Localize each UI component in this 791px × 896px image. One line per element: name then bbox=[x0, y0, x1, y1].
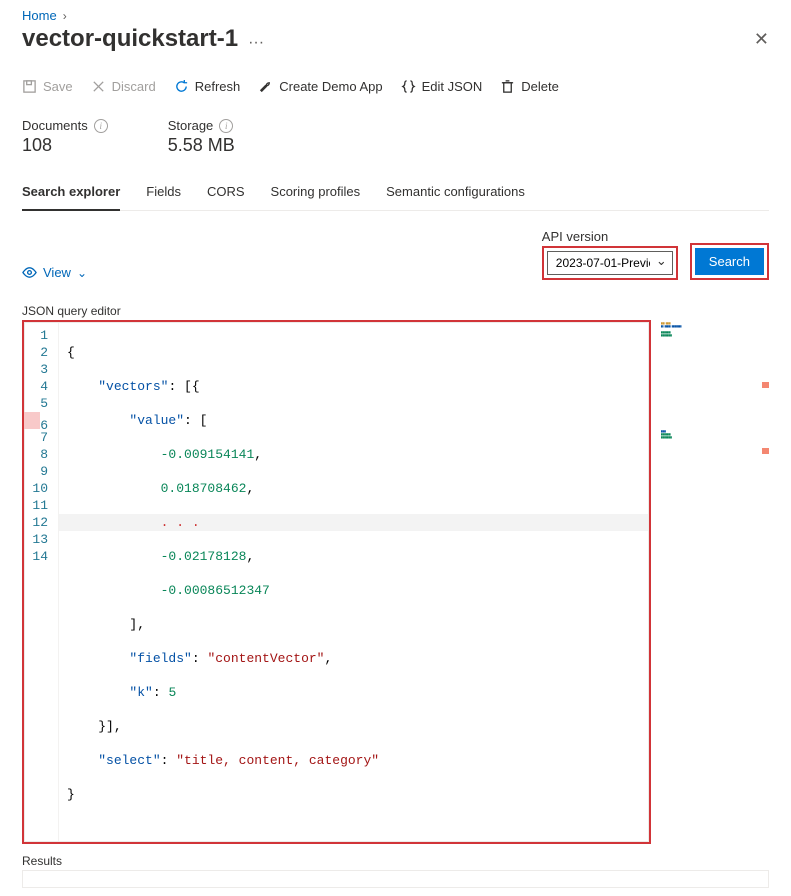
storage-value: 5.58 MB bbox=[168, 135, 235, 156]
save-label: Save bbox=[43, 79, 73, 94]
editor-label: JSON query editor bbox=[22, 304, 769, 318]
search-button[interactable]: Search bbox=[695, 248, 764, 275]
breadcrumb: Home › bbox=[22, 8, 769, 23]
tab-cors[interactable]: CORS bbox=[207, 178, 245, 210]
more-icon[interactable]: ··· bbox=[248, 34, 264, 52]
json-editor[interactable]: 12345 6 7891011121314 { "vectors": [{ "v… bbox=[24, 322, 649, 842]
code-area[interactable]: { "vectors": [{ "value": [ -0.009154141,… bbox=[59, 323, 648, 841]
delete-label: Delete bbox=[521, 79, 559, 94]
tab-scoring[interactable]: Scoring profiles bbox=[271, 178, 361, 210]
refresh-button[interactable]: Refresh bbox=[174, 79, 241, 94]
braces-icon bbox=[401, 79, 416, 94]
tabs: Search explorer Fields CORS Scoring prof… bbox=[22, 178, 769, 211]
view-dropdown[interactable]: View ⌄ bbox=[22, 265, 87, 280]
chevron-right-icon: › bbox=[63, 9, 67, 23]
documents-value: 108 bbox=[22, 135, 108, 156]
results-box bbox=[22, 870, 769, 888]
api-version-select[interactable] bbox=[547, 251, 673, 275]
api-version-label: API version bbox=[542, 229, 678, 244]
view-label: View bbox=[43, 265, 71, 280]
refresh-icon bbox=[174, 79, 189, 94]
page-title: vector-quickstart-1 bbox=[22, 25, 238, 53]
delete-button[interactable]: Delete bbox=[500, 79, 559, 94]
info-icon[interactable]: i bbox=[94, 119, 108, 133]
editor-highlight: 12345 6 7891011121314 { "vectors": [{ "v… bbox=[22, 320, 651, 844]
search-highlight: Search bbox=[690, 243, 769, 280]
info-icon[interactable]: i bbox=[219, 119, 233, 133]
minimap[interactable]: ███ ████ ██ █████ ████████ ████████ ████… bbox=[659, 320, 769, 560]
create-demo-button[interactable]: Create Demo App bbox=[258, 79, 382, 94]
storage-label: Storage bbox=[168, 118, 214, 133]
chevron-down-icon: ⌄ bbox=[77, 266, 87, 280]
discard-icon bbox=[91, 79, 106, 94]
tab-fields[interactable]: Fields bbox=[146, 178, 181, 210]
line-gutter: 12345 6 7891011121314 bbox=[25, 323, 59, 841]
stat-storage: Storage i 5.58 MB bbox=[168, 118, 235, 156]
breadcrumb-home[interactable]: Home bbox=[22, 8, 57, 23]
save-icon bbox=[22, 79, 37, 94]
close-icon[interactable]: ✕ bbox=[754, 29, 769, 50]
trash-icon bbox=[500, 79, 515, 94]
edit-json-label: Edit JSON bbox=[422, 79, 483, 94]
save-button[interactable]: Save bbox=[22, 79, 73, 94]
results-label: Results bbox=[22, 854, 769, 868]
tab-search-explorer[interactable]: Search explorer bbox=[22, 178, 120, 211]
eye-icon bbox=[22, 265, 37, 280]
toolbar: Save Discard Refresh Create Demo App Edi… bbox=[22, 79, 769, 94]
discard-button[interactable]: Discard bbox=[91, 79, 156, 94]
documents-label: Documents bbox=[22, 118, 88, 133]
create-demo-label: Create Demo App bbox=[279, 79, 382, 94]
discard-label: Discard bbox=[112, 79, 156, 94]
api-version-highlight bbox=[542, 246, 678, 280]
tab-semantic[interactable]: Semantic configurations bbox=[386, 178, 525, 210]
wrench-icon bbox=[258, 79, 273, 94]
stat-documents: Documents i 108 bbox=[22, 118, 108, 156]
stats-row: Documents i 108 Storage i 5.58 MB bbox=[22, 118, 769, 156]
refresh-label: Refresh bbox=[195, 79, 241, 94]
edit-json-button[interactable]: Edit JSON bbox=[401, 79, 483, 94]
